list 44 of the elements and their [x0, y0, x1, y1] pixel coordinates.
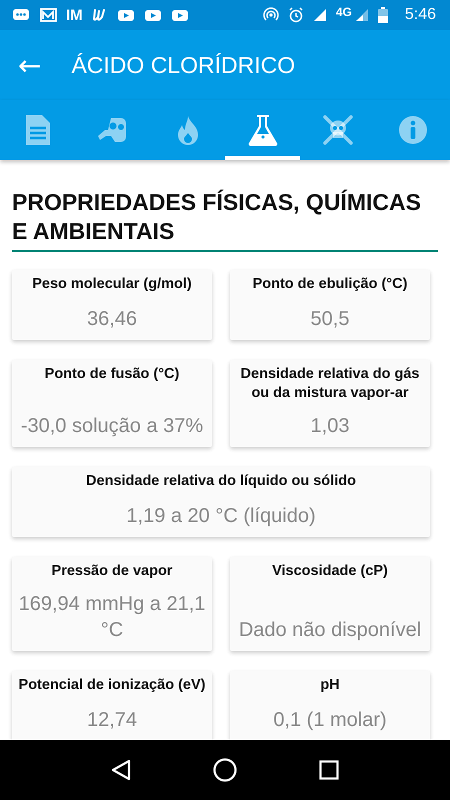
property-value: 50,5 [310, 307, 350, 332]
property-value: 0,1 (1 molar) [273, 708, 387, 733]
screen-title: ÁCIDO CLORÍDRICO [71, 52, 296, 78]
chat-icon [12, 8, 30, 22]
property-label: Ponto de ebulição (°C) [252, 275, 408, 294]
property-label: Viscosidade (cP) [272, 562, 388, 581]
property-label: Peso molecular (g/mol) [32, 275, 192, 294]
status-text: IM [66, 6, 83, 24]
property-value: 1,19 a 20 °C (líquido) [126, 504, 316, 529]
gas-mask-icon [96, 115, 128, 145]
back-button[interactable]: ← [14, 48, 46, 82]
property-value: Dado não disponível [238, 618, 422, 643]
signal-icon [354, 8, 369, 22]
property-value: 36,46 [86, 307, 138, 332]
section-heading: PROPRIEDADES FÍSICAS, QUÍMICAS E AMBIENTAIS [12, 188, 438, 252]
home-icon[interactable] [213, 758, 237, 782]
back-icon[interactable] [111, 759, 131, 781]
property-value: 12,74 [86, 708, 138, 733]
app-logo-icon [92, 7, 108, 23]
recents-icon[interactable] [319, 760, 339, 780]
alarm-icon [288, 7, 304, 23]
property-label: Pressão de vapor [52, 562, 172, 581]
property-label: Densidade relativa do líquido ou sólido [86, 472, 356, 491]
video-play-icon [170, 8, 189, 22]
skull-crossbones-icon [322, 114, 354, 146]
document-icon [24, 114, 50, 146]
property-value: 1,03 [310, 414, 350, 439]
property-label: Densidade relativa do gás ou da mistura vapor-ar [240, 365, 420, 403]
network-text: 4G [336, 5, 352, 19]
hotspot-icon [262, 7, 279, 23]
info-icon [398, 115, 428, 145]
property-label: Ponto de fusão (°C) [44, 365, 180, 384]
property-value: -30,0 solução a 37% [20, 414, 204, 439]
clock-time: 5:46 [404, 6, 436, 24]
flame-icon [176, 115, 198, 145]
flask-icon [246, 114, 278, 146]
video-play-icon [144, 8, 162, 22]
property-label: pH [320, 676, 340, 695]
mail-icon [39, 8, 57, 22]
video-play-icon [116, 8, 135, 22]
signal-icon [312, 8, 327, 22]
property-label: Potencial de ionização (eV) [18, 676, 206, 695]
property-value: 169,94 mmHg a 21,1 °C [18, 592, 206, 643]
battery-icon [378, 7, 388, 23]
